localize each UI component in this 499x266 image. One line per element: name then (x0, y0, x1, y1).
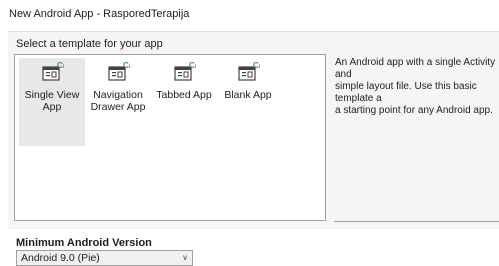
template-section-label: Select a template for your app (16, 38, 163, 50)
min-version-value: Android 9.0 (Pie) (21, 252, 100, 264)
template-description: An Android app with a single Activity an… (335, 57, 496, 116)
description-divider (334, 221, 499, 222)
template-label: Tabbed App (156, 89, 212, 101)
window-title: New Android App - RasporedTerapija (9, 8, 190, 20)
template-navigation-drawer-app[interactable]: C# Navigation Drawer App (85, 58, 151, 146)
min-version-dropdown[interactable]: Android 9.0 (Pie) ∨ (16, 250, 193, 266)
single-view-app-icon: C# (42, 61, 64, 81)
chevron-down-icon: ∨ (182, 253, 188, 262)
svg-text:C#: C# (123, 61, 130, 70)
svg-text:C#: C# (253, 61, 260, 70)
navigation-drawer-app-icon: C# (108, 61, 130, 81)
min-version-label: Minimum Android Version (16, 237, 152, 249)
blank-app-icon: C# (238, 61, 260, 81)
template-grid: C# Single View App C# Navigation Drawer … (14, 54, 326, 221)
template-tabbed-app[interactable]: C# Tabbed App (151, 58, 217, 146)
template-label: Blank App (224, 89, 272, 101)
svg-text:C#: C# (57, 61, 64, 70)
tabbed-app-icon: C# (174, 61, 196, 81)
svg-text:C#: C# (189, 61, 196, 70)
template-single-view-app[interactable]: C# Single View App (19, 58, 85, 146)
template-label: Navigation Drawer App (90, 89, 146, 113)
template-label: Single View App (24, 89, 80, 113)
template-blank-app[interactable]: C# Blank App (215, 58, 281, 146)
